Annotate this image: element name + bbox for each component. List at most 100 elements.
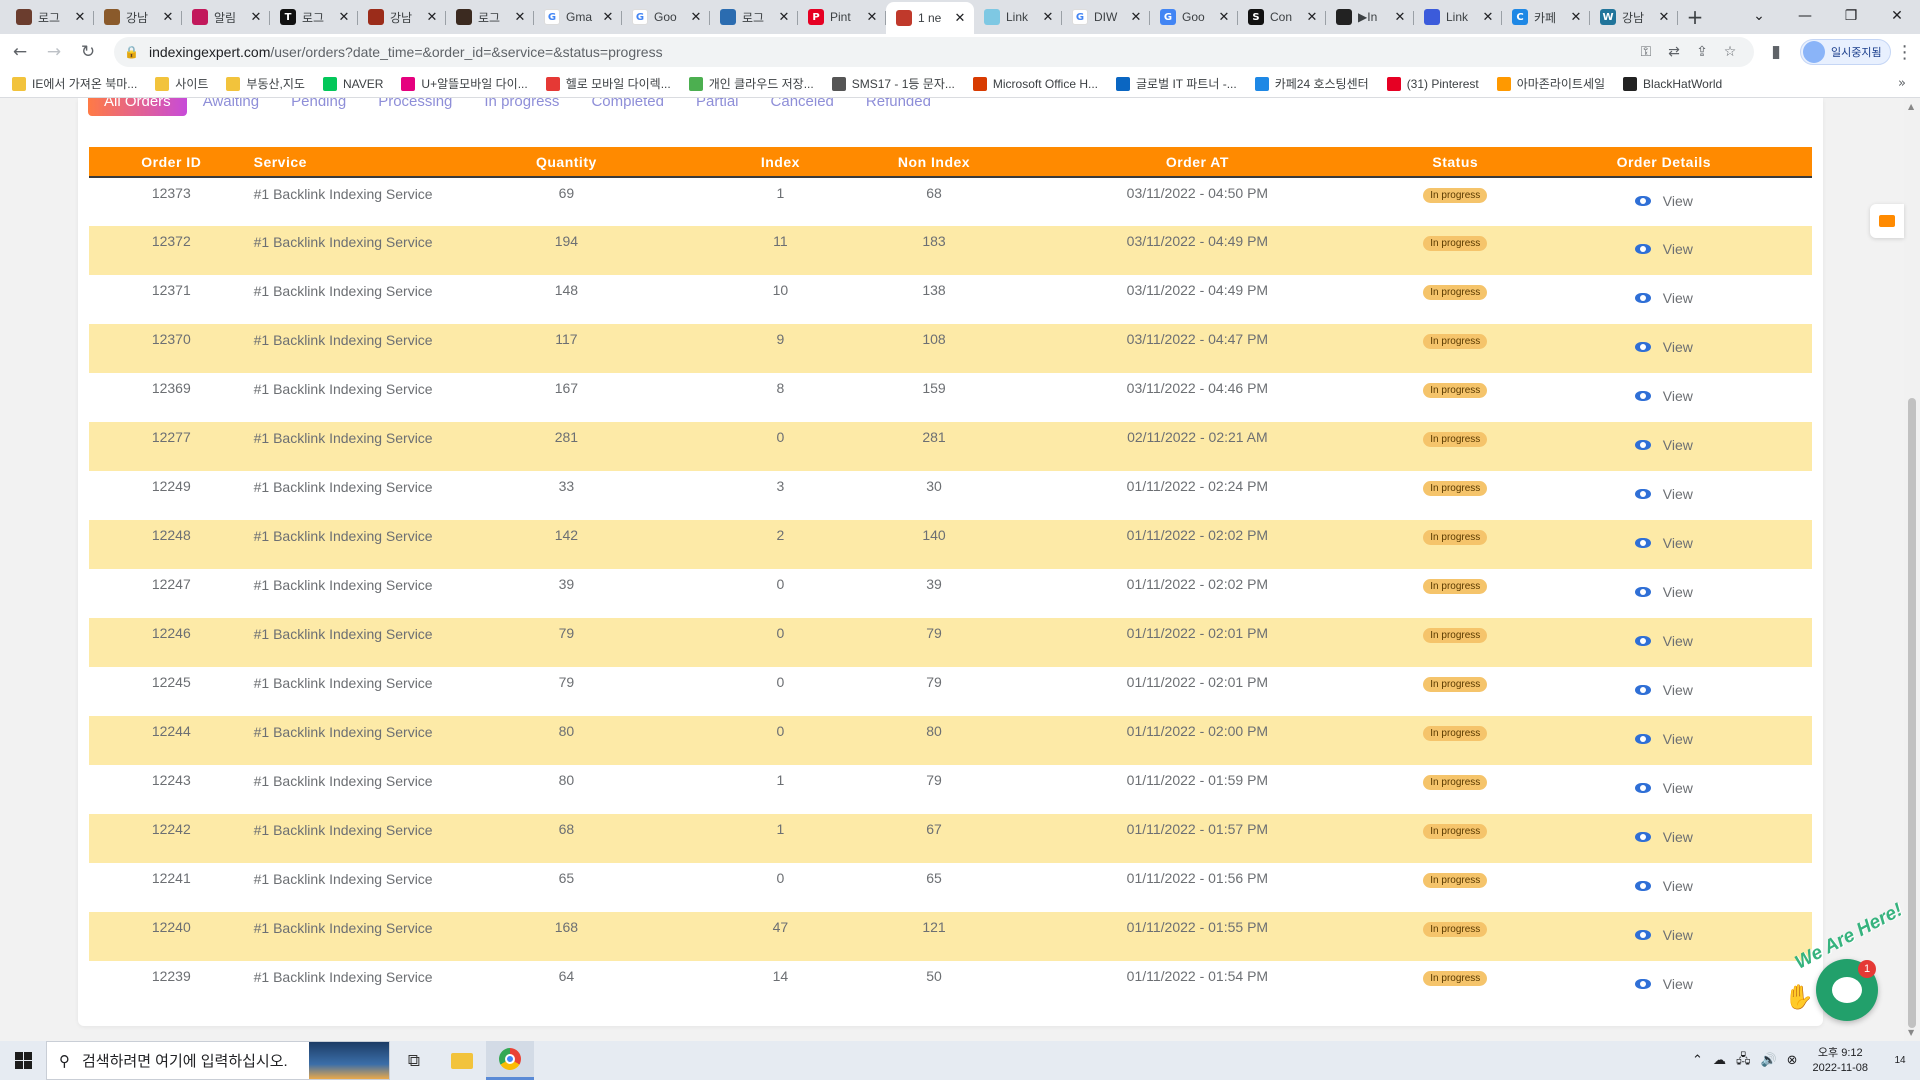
browser-tab[interactable]: C 카페 ✕ [1502,2,1590,32]
view-order-link[interactable]: View [1634,674,1693,698]
tab-search-icon[interactable]: ⌄ [1736,0,1782,32]
address-bar[interactable]: 🔒 indexingexpert.com/user/orders?date_ti… [114,37,1754,67]
filter-tab[interactable]: Awaiting [203,98,259,110]
browser-tab[interactable]: 로그 ✕ [710,2,798,32]
bookmark-item[interactable]: 부동산,지도 [226,75,305,92]
close-tab-icon[interactable]: ✕ [424,10,440,25]
bookmark-item[interactable]: BlackHatWorld [1623,76,1722,91]
bookmark-item[interactable]: 카페24 호스팅센터 [1254,75,1369,92]
close-tab-icon[interactable]: ✕ [1128,10,1144,25]
browser-tab[interactable]: G Goo ✕ [1150,2,1238,32]
forward-icon[interactable]: → [40,38,68,66]
close-tab-icon[interactable]: ✕ [1216,10,1232,25]
translate-icon[interactable]: ⇄ [1660,44,1688,60]
view-order-link[interactable]: View [1634,870,1693,894]
close-tab-icon[interactable]: ✕ [336,10,352,25]
view-order-link[interactable]: View [1634,527,1693,551]
show-hidden-icons-icon[interactable]: ⌃ [1692,1053,1703,1068]
bookmark-star-icon[interactable]: ☆ [1716,44,1744,60]
filter-tab[interactable]: Completed [591,98,664,110]
close-window-icon[interactable]: ✕ [1874,0,1920,32]
clock[interactable]: 오후 9:12 2022-11-08 [1813,1046,1868,1076]
reload-icon[interactable]: ↻ [74,38,102,66]
network-icon[interactable]: 🖧 [1736,1050,1751,1072]
close-tab-icon[interactable]: ✕ [1040,10,1056,25]
view-order-link[interactable]: View [1634,429,1693,453]
menu-icon[interactable]: ⋮ [1891,42,1919,63]
close-tab-icon[interactable]: ✕ [512,10,528,25]
scroll-down-icon[interactable]: ▼ [1908,1028,1914,1037]
view-order-link[interactable]: View [1634,968,1693,992]
close-tab-icon[interactable]: ✕ [248,10,264,25]
filter-tab[interactable]: Canceled [771,98,834,110]
view-order-link[interactable]: View [1634,772,1693,796]
view-order-link[interactable]: View [1634,723,1693,747]
filter-tab[interactable]: Partial [696,98,739,110]
close-tab-icon[interactable]: ✕ [1304,10,1320,25]
browser-tab[interactable]: 알림 ✕ [182,2,270,32]
view-order-link[interactable]: View [1634,625,1693,649]
column-header[interactable]: Status [1394,147,1516,178]
more-bookmarks-icon[interactable]: » [1898,76,1906,91]
close-tab-icon[interactable]: ✕ [864,10,880,25]
bookmark-item[interactable]: 헬로 모바일 다이렉... [545,75,671,92]
close-tab-icon[interactable]: ✕ [1392,10,1408,25]
browser-tab[interactable]: 강남 ✕ [94,2,182,32]
bookmark-item[interactable]: 아마존라이트세일 [1496,75,1605,92]
browser-tab[interactable]: G DIW ✕ [1062,2,1150,32]
browser-tab[interactable]: S Con ✕ [1238,2,1326,32]
column-header[interactable]: Index [692,147,869,178]
column-header[interactable]: Order Details [1515,147,1812,178]
close-tab-icon[interactable]: ✕ [688,10,704,25]
start-button[interactable] [0,1041,46,1080]
close-tab-icon[interactable]: ✕ [160,10,176,25]
taskbar-search[interactable]: ⚲ 검색하려면 여기에 입력하십시오. [46,1041,390,1080]
browser-tab[interactable]: Link ✕ [1414,2,1502,32]
bookmark-item[interactable]: IE에서 가져온 북마... [12,75,137,92]
onedrive-icon[interactable]: ☁ [1713,1053,1726,1068]
share-icon[interactable]: ⇪ [1688,44,1716,60]
notification-center-button[interactable]: 14 [1880,1041,1920,1080]
scroll-up-icon[interactable]: ▲ [1908,102,1914,111]
browser-tab[interactable]: G Gma ✕ [534,2,622,32]
file-explorer-icon[interactable] [438,1041,486,1080]
chrome-taskbar-icon[interactable] [486,1041,534,1080]
browser-tab[interactable]: 강남 ✕ [358,2,446,32]
view-order-link[interactable]: View [1634,282,1693,306]
browser-tab[interactable]: W 강남 ✕ [1590,2,1678,32]
view-order-link[interactable]: View [1634,478,1693,502]
browser-tab[interactable]: 로그 ✕ [6,2,94,32]
filter-tab[interactable]: Refunded [866,98,931,110]
bookmark-item[interactable]: NAVER [322,76,383,91]
close-tab-icon[interactable]: ✕ [952,11,968,26]
bookmark-item[interactable]: (31) Pinterest [1386,76,1479,91]
ime-off-icon[interactable]: ⊗ [1787,1053,1798,1068]
browser-tab[interactable]: T 로그 ✕ [270,2,358,32]
task-view-icon[interactable]: ⧉ [390,1041,438,1080]
close-tab-icon[interactable]: ✕ [72,10,88,25]
column-header[interactable]: Order ID [89,147,254,178]
close-tab-icon[interactable]: ✕ [600,10,616,25]
view-order-link[interactable]: View [1634,185,1693,209]
filter-tab[interactable]: All Orders [88,98,187,116]
column-header[interactable]: Non Index [868,147,1000,178]
close-tab-icon[interactable]: ✕ [776,10,792,25]
lock-icon[interactable]: 🔒 [124,45,139,59]
bookmark-item[interactable]: Microsoft Office H... [972,76,1098,91]
volume-icon[interactable]: 🔊 [1760,1053,1776,1068]
filter-tab[interactable]: Pending [291,98,346,110]
filter-tab[interactable]: In progress [484,98,559,110]
view-order-link[interactable]: View [1634,576,1693,600]
filter-tab[interactable]: Processing [378,98,452,110]
bookmark-item[interactable]: U+알뜰모바일 다이... [401,75,528,92]
browser-tab[interactable]: ▶In ✕ [1326,2,1414,32]
bookmark-item[interactable]: SMS17 - 1등 문자... [831,75,955,92]
contact-side-tab[interactable] [1870,204,1904,238]
view-order-link[interactable]: View [1634,919,1693,943]
close-tab-icon[interactable]: ✕ [1480,10,1496,25]
column-header[interactable]: Quantity [440,147,693,178]
column-header[interactable]: Order AT [999,147,1395,178]
scrollbar-thumb[interactable] [1908,398,1916,1028]
key-icon[interactable]: ⚿ [1632,44,1660,60]
browser-tab[interactable]: 로그 ✕ [446,2,534,32]
